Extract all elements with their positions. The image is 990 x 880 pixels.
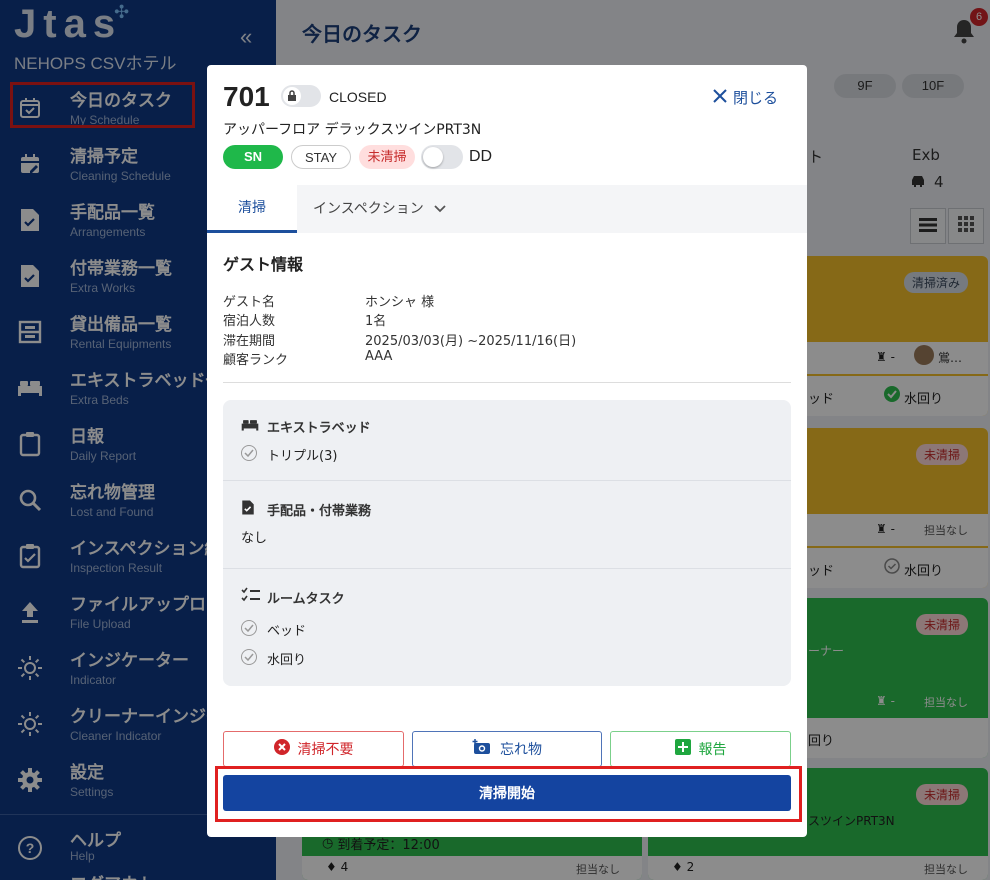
check-pending-icon[interactable] bbox=[241, 620, 257, 636]
room-tasks-title: ルームタスク bbox=[267, 592, 345, 607]
guest-label: 宿泊人数 bbox=[223, 314, 276, 329]
chevron-down-icon bbox=[434, 185, 446, 233]
room-type: アッパーフロア デラックスツインPRT3N bbox=[223, 122, 482, 138]
camera-icon bbox=[472, 739, 492, 759]
arrangements-value: なし bbox=[241, 531, 268, 546]
status-badge: 未清掃 bbox=[359, 145, 415, 169]
extra-bed-title: エキストラベッド bbox=[267, 421, 371, 436]
checklist-icon bbox=[241, 587, 260, 605]
room-detail-modal: 701 CLOSED 閉じる アッパーフロア デラックスツインPRT3N SN … bbox=[207, 65, 807, 837]
tab-bar: 清掃 インスペクション bbox=[207, 185, 807, 233]
dd-toggle[interactable] bbox=[421, 145, 463, 169]
report-label: 報告 bbox=[698, 742, 727, 758]
divider bbox=[223, 568, 791, 569]
divider bbox=[223, 480, 791, 481]
dd-label: DD bbox=[469, 148, 493, 165]
room-task-item: 水回り bbox=[267, 653, 307, 668]
task-panel: エキストラベッド トリプル(3) 手配品・付帯業務 なし ルームタスク ベッド … bbox=[223, 400, 791, 686]
highlight-box-start bbox=[215, 766, 802, 822]
no-cleaning-label: 清掃不要 bbox=[297, 742, 354, 758]
report-button[interactable]: 報告 bbox=[610, 731, 791, 767]
room-task-item: ベッド bbox=[267, 624, 307, 639]
guest-value: ホンシャ 様 bbox=[365, 295, 435, 310]
lost-item-label: 忘れ物 bbox=[500, 742, 542, 758]
guest-value: 1名 bbox=[365, 314, 387, 329]
check-pending-icon[interactable] bbox=[241, 445, 257, 461]
lost-item-button[interactable]: 忘れ物 bbox=[412, 731, 602, 767]
bed-icon bbox=[241, 417, 259, 435]
extra-bed-item: トリプル(3) bbox=[267, 449, 338, 464]
guest-label: 滞在期間 bbox=[223, 334, 276, 349]
close-button[interactable]: 閉じる bbox=[713, 87, 778, 108]
toggle-knob bbox=[423, 147, 443, 167]
stay-tag[interactable]: STAY bbox=[291, 145, 351, 169]
close-label: 閉じる bbox=[733, 89, 779, 107]
guest-value: AAA bbox=[365, 349, 393, 364]
divider bbox=[223, 382, 791, 383]
document-check-icon bbox=[241, 499, 259, 517]
guest-label: 顧客ランク bbox=[223, 353, 289, 368]
guest-info-title: ゲスト情報 bbox=[223, 255, 304, 274]
guest-label: ゲスト名 bbox=[223, 295, 276, 310]
cancel-circle-icon bbox=[273, 739, 290, 759]
lock-icon bbox=[283, 87, 301, 105]
room-number: 701 bbox=[223, 81, 270, 112]
tab-inspection[interactable]: インスペクション bbox=[313, 185, 446, 233]
guest-value: 2025/03/03(月) ~2025/11/16(日) bbox=[365, 334, 577, 349]
check-pending-icon[interactable] bbox=[241, 649, 257, 665]
close-icon bbox=[713, 88, 727, 107]
add-box-icon bbox=[674, 739, 691, 759]
lock-toggle[interactable] bbox=[281, 85, 321, 107]
sn-tag[interactable]: SN bbox=[223, 145, 283, 169]
lock-state: CLOSED bbox=[329, 89, 387, 105]
no-cleaning-button[interactable]: 清掃不要 bbox=[223, 731, 404, 767]
tab-cleaning[interactable]: 清掃 bbox=[207, 185, 297, 233]
arrangements-title: 手配品・付帯業務 bbox=[267, 504, 372, 519]
